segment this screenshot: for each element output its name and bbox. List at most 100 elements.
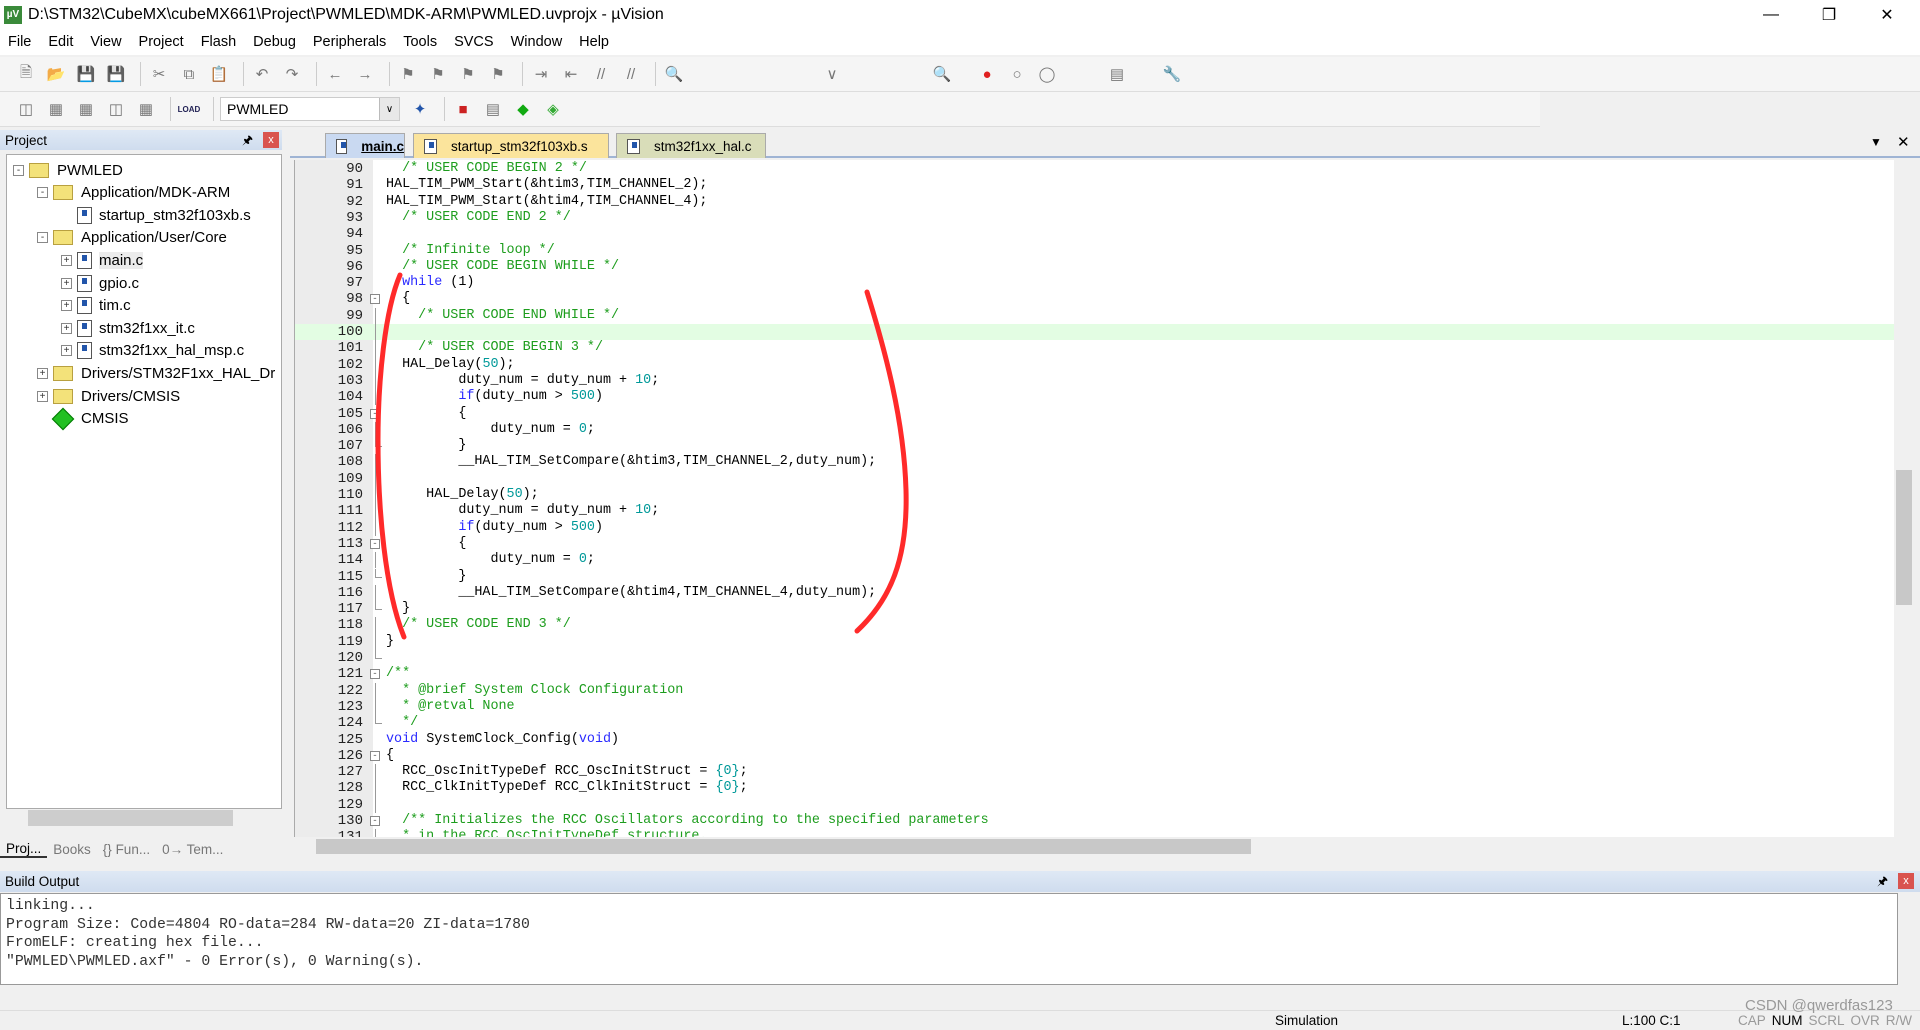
minimize-button[interactable]: — xyxy=(1742,0,1800,29)
pin-icon[interactable]: 🖈 xyxy=(1877,872,1888,893)
indent-icon[interactable]: ⇥ xyxy=(529,62,553,86)
options-for-target-icon[interactable]: ✦ xyxy=(408,97,432,121)
breakpoint-icon[interactable]: ● xyxy=(975,62,999,86)
panel-tab[interactable]: Proj... xyxy=(0,841,48,858)
menu-window[interactable]: Window xyxy=(511,34,563,50)
tree-item[interactable]: + stm32f1xx_it.c xyxy=(61,317,195,339)
fold-collapse-icon[interactable]: - xyxy=(370,408,380,419)
bookmark-icon[interactable]: ⚑ xyxy=(396,62,420,86)
tab-startup_stm32f103xb-s[interactable]: startup_stm32f103xb.s xyxy=(413,133,609,158)
pack-installer-icon[interactable]: ◈ xyxy=(541,97,565,121)
tree-item[interactable]: + stm32f1xx_hal_msp.c xyxy=(61,340,244,362)
menu-tools[interactable]: Tools xyxy=(403,34,437,50)
open-file-icon[interactable]: 📂 xyxy=(44,62,68,86)
fold-collapse-icon[interactable]: - xyxy=(370,669,380,680)
window-layout-icon[interactable]: ▤ xyxy=(1105,62,1129,86)
menu-view[interactable]: View xyxy=(90,34,121,50)
debug-icon[interactable]: 🔍 xyxy=(930,62,954,86)
tab-stm32f1xx_hal-c[interactable]: stm32f1xx_hal.c xyxy=(616,133,766,158)
close-panel-icon[interactable]: x xyxy=(263,132,279,148)
copy-icon[interactable]: ⧉ xyxy=(177,62,201,86)
save-all-icon[interactable]: 💾 xyxy=(104,62,128,86)
kill-breakpoints-icon[interactable]: ◯ xyxy=(1035,62,1059,86)
tree-item[interactable]: - Application/MDK-ARM xyxy=(37,182,230,204)
fold-collapse-icon[interactable]: - xyxy=(370,750,380,761)
panel-tab[interactable]: {} Fun... xyxy=(97,842,156,857)
select-packs-icon[interactable]: ▤ xyxy=(481,97,505,121)
tree-hscrollbar[interactable] xyxy=(8,809,280,827)
save-icon[interactable]: 💾 xyxy=(74,62,98,86)
clear-bookmarks-icon[interactable]: ⚑ xyxy=(486,62,510,86)
new-file-icon[interactable]: 🗎 xyxy=(14,62,38,86)
tab-main-c[interactable]: main.c xyxy=(325,133,405,158)
fold-collapse-icon[interactable]: - xyxy=(370,294,380,305)
expand-icon[interactable]: + xyxy=(61,322,72,334)
next-bookmark-icon[interactable]: ⚑ xyxy=(456,62,480,86)
scroll-thumb[interactable] xyxy=(316,839,1251,854)
fold-collapse-icon[interactable]: - xyxy=(370,816,380,826)
batch-build-icon[interactable]: ◫ xyxy=(104,97,128,121)
navigate-forward-icon[interactable]: → xyxy=(353,62,377,86)
find-in-files-icon[interactable]: 🔍 xyxy=(662,62,686,86)
scroll-thumb[interactable] xyxy=(1896,470,1912,605)
chevron-down-icon[interactable]: ∨ xyxy=(379,98,399,120)
tree-item[interactable]: - PWMLED xyxy=(13,159,123,181)
manage-project-items-icon[interactable]: ■ xyxy=(451,97,475,121)
menu-peripherals[interactable]: Peripherals xyxy=(313,34,386,50)
panel-tab[interactable]: 0→ Tem... xyxy=(156,842,229,857)
menu-svcs[interactable]: SVCS xyxy=(454,34,494,50)
find-combo[interactable]: ∨ xyxy=(820,62,844,86)
undo-icon[interactable]: ↶ xyxy=(250,62,274,86)
comment-icon[interactable]: // xyxy=(589,62,613,86)
uncomment-icon[interactable]: // xyxy=(619,62,643,86)
disable-breakpoint-icon[interactable]: ○ xyxy=(1005,62,1029,86)
expand-icon[interactable]: + xyxy=(37,390,48,402)
build-output-text[interactable]: linking... Program Size: Code=4804 RO-dat… xyxy=(0,893,1898,985)
close-button[interactable]: ✕ xyxy=(1858,0,1916,29)
redo-icon[interactable]: ↷ xyxy=(280,62,304,86)
navigate-back-icon[interactable]: ← xyxy=(323,62,347,86)
cut-icon[interactable]: ✂ xyxy=(147,62,171,86)
configure-icon[interactable]: 🔧 xyxy=(1160,62,1184,86)
code-editor[interactable]: 90 /* USER CODE BEGIN 2 */91 HAL_TIM_PWM_… xyxy=(294,160,1894,837)
tree-item[interactable]: + Drivers/STM32F1xx_HAL_Dr xyxy=(37,362,275,384)
tab-list-icon[interactable]: ▼ xyxy=(1870,135,1882,149)
expand-icon[interactable]: + xyxy=(37,367,48,379)
expand-icon[interactable]: + xyxy=(61,345,72,357)
tree-item[interactable]: + Drivers/CMSIS xyxy=(37,385,180,407)
expand-icon[interactable]: + xyxy=(61,254,72,266)
scroll-thumb[interactable] xyxy=(28,810,233,826)
expand-icon[interactable]: + xyxy=(61,300,72,312)
pin-icon[interactable]: 🖈 xyxy=(242,131,253,152)
prev-bookmark-icon[interactable]: ⚑ xyxy=(426,62,450,86)
tree-item[interactable]: startup_stm32f103xb.s xyxy=(61,204,251,226)
build-icon[interactable]: ▦ xyxy=(44,97,68,121)
menu-debug[interactable]: Debug xyxy=(253,34,296,50)
panel-tab[interactable]: Books xyxy=(47,842,97,857)
target-select[interactable]: PWMLED ∨ xyxy=(220,97,400,121)
collapse-icon[interactable]: - xyxy=(13,164,24,176)
close-panel-icon[interactable]: x xyxy=(1898,873,1914,889)
expand-icon[interactable]: + xyxy=(61,277,72,289)
build-hscrollbar[interactable] xyxy=(0,985,1898,1002)
load-download-icon[interactable]: LOAD xyxy=(177,97,201,121)
rebuild-icon[interactable]: ▦ xyxy=(74,97,98,121)
tree-item[interactable]: - Application/User/Core xyxy=(37,227,227,249)
menu-file[interactable]: File xyxy=(8,34,31,50)
tree-item[interactable]: + tim.c xyxy=(61,295,131,317)
menu-help[interactable]: Help xyxy=(579,34,609,50)
collapse-icon[interactable]: - xyxy=(37,187,48,199)
fold-collapse-icon[interactable]: - xyxy=(370,538,380,549)
menu-flash[interactable]: Flash xyxy=(201,34,236,50)
unindent-icon[interactable]: ⇤ xyxy=(559,62,583,86)
translate-icon[interactable]: ◫ xyxy=(14,97,38,121)
tree-item[interactable]: + main.c xyxy=(61,249,144,271)
tree-item[interactable]: CMSIS xyxy=(37,407,129,430)
collapse-icon[interactable]: - xyxy=(37,232,48,244)
stop-build-icon[interactable]: ▦ xyxy=(134,97,158,121)
paste-icon[interactable]: 📋 xyxy=(207,62,231,86)
menu-project[interactable]: Project xyxy=(139,34,184,50)
close-tab-icon[interactable]: ✕ xyxy=(1897,133,1910,151)
restore-button[interactable]: ❐ xyxy=(1800,0,1858,29)
tree-item[interactable]: + gpio.c xyxy=(61,272,139,294)
